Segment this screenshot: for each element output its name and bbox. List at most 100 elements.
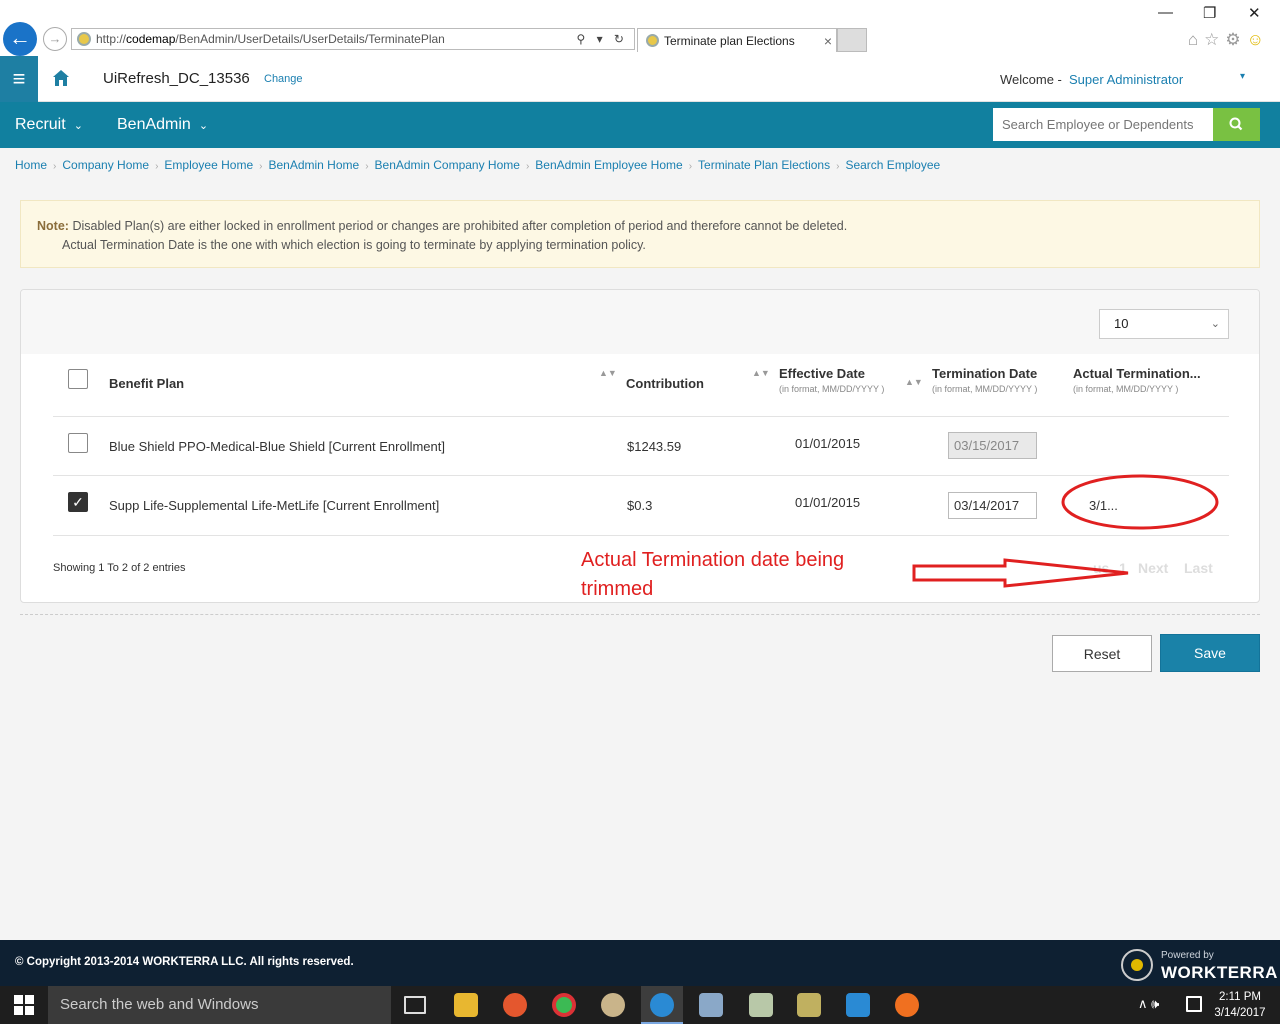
annotation-line-2: trimmed: [581, 578, 654, 600]
hamburger-menu-icon[interactable]: ≡: [0, 56, 38, 102]
breadcrumb-benadmin-employee-home[interactable]: BenAdmin Employee Home: [535, 158, 682, 172]
breadcrumb: Home › Company Home › Employee Home › BenAdmin…: [15, 158, 940, 172]
internet-explorer-icon[interactable]: [650, 993, 674, 1017]
sort-icon[interactable]: ▲▼: [752, 369, 770, 378]
pager-last[interactable]: Last: [1184, 560, 1213, 576]
breadcrumb-employee-home[interactable]: Employee Home: [164, 158, 253, 172]
page-footer: © Copyright 2013-2014 WORKTERRA LLC. All…: [0, 940, 1280, 986]
user-menu[interactable]: Super Administrator: [1069, 72, 1183, 87]
taskbar-search-box[interactable]: Search the web and Windows: [48, 986, 391, 1024]
note-box: Note: Disabled Plan(s) are either locked…: [20, 200, 1260, 268]
effective-date-value: 01/01/2015: [795, 495, 861, 510]
back-arrow-icon[interactable]: ←: [3, 22, 37, 56]
browser-home-icon[interactable]: ⌂: [1188, 30, 1204, 49]
annotation-text: Actual Termination date being trimmed: [581, 546, 901, 604]
section-divider: [20, 614, 1260, 615]
row-divider: [53, 475, 1229, 476]
restore-icon[interactable]: ❐: [1203, 4, 1216, 22]
termination-date-input: [948, 432, 1037, 459]
z-app-icon[interactable]: [846, 993, 870, 1017]
breadcrumb-benadmin-company-home[interactable]: BenAdmin Company Home: [375, 158, 520, 172]
taskbar-clock[interactable]: 2:11 PM 3/14/2017: [1212, 989, 1268, 1021]
breadcrumb-terminate-plan-elections[interactable]: Terminate Plan Elections: [698, 158, 830, 172]
feedback-smiley-icon[interactable]: ☺: [1247, 30, 1270, 49]
change-tenant-link[interactable]: Change: [264, 73, 303, 85]
browser-chrome: ← → http://codemap/BenAdmin/UserDetails/…: [0, 0, 1280, 56]
column-header-effective-date[interactable]: Effective Date (in format, MM/DD/YYYY ): [779, 366, 884, 394]
breadcrumb-separator: ›: [836, 161, 840, 172]
settings-gear-icon[interactable]: ⚙: [1225, 30, 1246, 49]
nav-item-recruit[interactable]: Recruit ⌄: [15, 116, 83, 134]
breadcrumb-company-home[interactable]: Company Home: [62, 158, 149, 172]
url-host: codemap: [126, 32, 176, 46]
column-header-label: Actual Termination...: [1073, 366, 1201, 381]
welcome-label: Welcome -: [1000, 72, 1062, 87]
file-explorer-icon[interactable]: [454, 993, 478, 1017]
address-bar[interactable]: http://codemap/BenAdmin/UserDetails/User…: [71, 28, 635, 50]
site-favicon-icon: [77, 32, 91, 46]
reset-button[interactable]: Reset: [1052, 635, 1152, 672]
browser-tab[interactable]: Terminate plan Elections ×: [637, 28, 837, 52]
system-tray-icons[interactable]: ∧ 🕪: [1138, 996, 1159, 1012]
entries-summary: Showing 1 To 2 of 2 entries: [53, 562, 186, 574]
calculator-icon[interactable]: [749, 993, 773, 1017]
pager-previous[interactable]: us: [1093, 560, 1109, 576]
firefox-icon[interactable]: [503, 993, 527, 1017]
search-button[interactable]: [1213, 108, 1260, 141]
column-header-contribution[interactable]: Contribution: [626, 376, 704, 391]
tab-favicon-icon: [646, 34, 659, 47]
annotation-line-1: Actual Termination date being: [581, 549, 845, 571]
employee-search-input[interactable]: [993, 108, 1213, 141]
breadcrumb-separator: ›: [365, 161, 369, 172]
forward-arrow-icon[interactable]: →: [43, 27, 67, 51]
column-header-benefit-plan[interactable]: Benefit Plan: [109, 376, 184, 391]
user-caret-icon[interactable]: ▾: [1240, 71, 1245, 82]
contribution-value: $0.3: [627, 498, 653, 513]
row-checkbox[interactable]: [68, 433, 88, 453]
paint-icon[interactable]: [601, 993, 625, 1017]
nav-item-label: Recruit: [15, 116, 66, 133]
pager-next[interactable]: Next: [1138, 560, 1168, 576]
tab-title: Terminate plan Elections: [664, 34, 795, 48]
clock-time: 2:11 PM: [1219, 991, 1261, 1003]
windows-start-icon[interactable]: [14, 995, 34, 1015]
note-label: Note:: [37, 219, 69, 233]
notepad-icon[interactable]: [699, 993, 723, 1017]
sort-icon[interactable]: ▲▼: [905, 378, 923, 387]
actual-termination-value: 3/1...: [1089, 498, 1118, 513]
favorites-star-icon[interactable]: ☆: [1204, 30, 1225, 49]
page-size-select[interactable]: 10 ⌄: [1099, 309, 1229, 339]
breadcrumb-benadmin-home[interactable]: BenAdmin Home: [268, 158, 359, 172]
termination-date-input[interactable]: [948, 492, 1037, 519]
breadcrumb-search-employee[interactable]: Search Employee: [845, 158, 940, 172]
date-format-hint: (in format, MM/DD/YYYY ): [932, 384, 1038, 394]
column-header-label: Effective Date: [779, 366, 865, 381]
breadcrumb-home[interactable]: Home: [15, 158, 47, 172]
brand-name: WORKTERRA: [1161, 963, 1278, 982]
row-checkbox[interactable]: ✓: [68, 492, 88, 512]
minimize-icon[interactable]: —: [1158, 4, 1173, 21]
select-all-checkbox[interactable]: [68, 369, 88, 389]
chrome-icon[interactable]: [552, 993, 576, 1017]
sort-icon[interactable]: ▲▼: [599, 369, 617, 378]
search-icon: [1229, 117, 1243, 131]
window-close-icon[interactable]: ✕: [1248, 4, 1261, 22]
tools-icon[interactable]: [797, 993, 821, 1017]
note-line-2: Actual Termination Date is the one with …: [62, 238, 646, 252]
new-tab-button[interactable]: [837, 28, 867, 52]
task-view-icon[interactable]: [404, 996, 426, 1014]
tab-close-icon[interactable]: ×: [824, 29, 832, 53]
home-icon[interactable]: [52, 68, 70, 88]
plan-name: Blue Shield PPO-Medical-Blue Shield [Cur…: [109, 439, 445, 454]
address-tools-icon[interactable]: ⚲ ▾ ↻: [576, 29, 628, 49]
row-divider: [53, 416, 1229, 417]
save-button[interactable]: Save: [1160, 634, 1260, 672]
effective-date-value: 01/01/2015: [795, 436, 861, 451]
note-line-1: Disabled Plan(s) are either locked in en…: [72, 219, 848, 233]
notifications-icon[interactable]: [1186, 996, 1202, 1012]
pager-page-1[interactable]: 1: [1119, 560, 1127, 576]
nav-item-benadmin[interactable]: BenAdmin ⌄: [117, 116, 208, 134]
breadcrumb-separator: ›: [525, 161, 530, 172]
date-format-hint: (in format, MM/DD/YYYY ): [1073, 384, 1179, 394]
flame-app-icon[interactable]: [895, 993, 919, 1017]
